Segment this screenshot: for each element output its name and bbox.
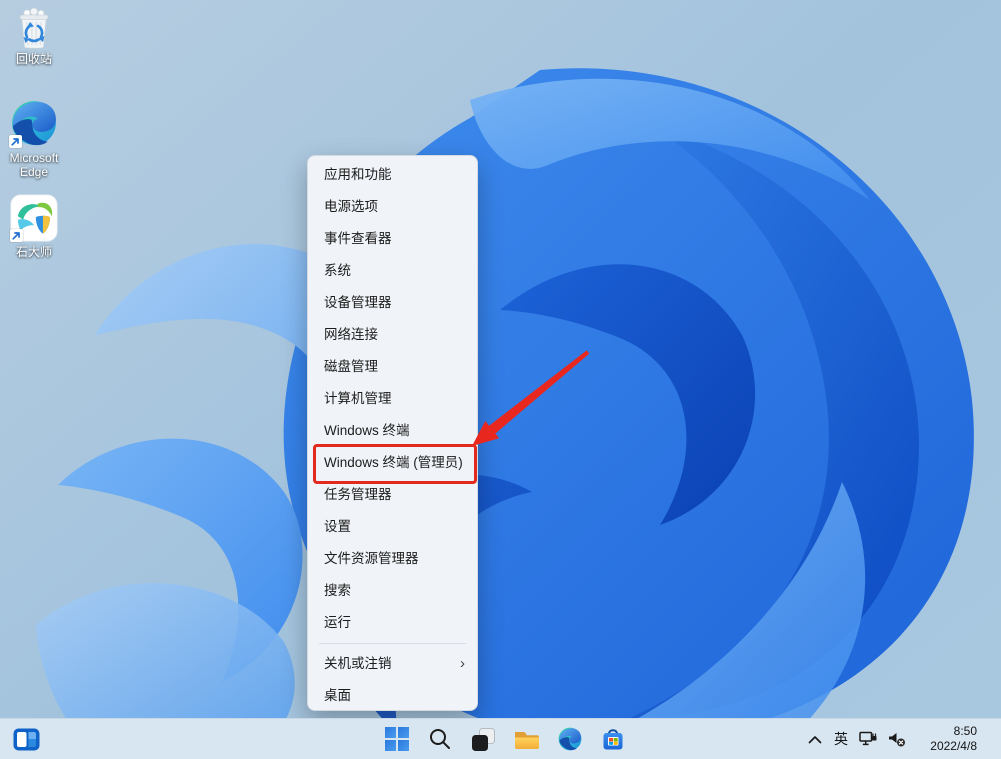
windows-start-icon xyxy=(384,726,410,752)
menu-item-desktop[interactable]: 桌面 xyxy=(308,680,477,712)
tray-clock[interactable]: 8:50 2022/4/8 xyxy=(913,724,977,754)
menu-item-disk-management[interactable]: 磁盘管理 xyxy=(308,351,477,383)
menu-item-power-options[interactable]: 电源选项 xyxy=(308,191,477,223)
widgets-icon xyxy=(13,728,40,751)
recycle-bin-icon xyxy=(13,6,55,50)
menu-item-windows-terminal[interactable]: Windows 终端 xyxy=(308,415,477,447)
start-button[interactable] xyxy=(379,721,415,757)
desktop-icon-label: 石大师 xyxy=(1,245,67,259)
menu-item-system[interactable]: 系统 xyxy=(308,255,477,287)
menu-item-windows-terminal-admin[interactable]: Windows 终端 (管理员) xyxy=(308,447,477,479)
submenu-chevron-icon: › xyxy=(460,648,465,680)
language-indicator[interactable]: 英 xyxy=(829,721,853,757)
shortcut-arrow-icon xyxy=(10,229,23,242)
menu-item-event-viewer[interactable]: 事件查看器 xyxy=(308,223,477,255)
menu-separator xyxy=(319,643,466,644)
menu-item-run[interactable]: 运行 xyxy=(308,607,477,639)
shidashi-icon xyxy=(9,193,59,243)
menu-item-file-explorer[interactable]: 文件资源管理器 xyxy=(308,543,477,575)
volume-tray-button[interactable] xyxy=(884,721,910,757)
desktop-icon-shidashi[interactable]: 石大师 xyxy=(1,193,67,259)
file-explorer-icon xyxy=(513,727,541,751)
menu-item-device-manager[interactable]: 设备管理器 xyxy=(308,287,477,319)
task-view-icon xyxy=(471,727,496,752)
file-explorer-button[interactable] xyxy=(509,721,545,757)
menu-item-task-manager[interactable]: 任务管理器 xyxy=(308,479,477,511)
clock-date: 2022/4/8 xyxy=(913,739,977,754)
wallpaper xyxy=(0,0,1001,759)
clock-time: 8:50 xyxy=(913,724,977,739)
volume-muted-icon xyxy=(888,732,906,747)
desktop-icon-microsoft-edge[interactable]: Microsoft Edge xyxy=(1,97,67,179)
ethernet-network-icon xyxy=(859,731,878,747)
taskbar: 英 8:50 2022/4/8 xyxy=(0,718,1001,759)
desktop-icon-recycle-bin[interactable]: 回收站 xyxy=(1,6,67,66)
menu-item-network-connections[interactable]: 网络连接 xyxy=(308,319,477,351)
task-view-button[interactable] xyxy=(465,721,501,757)
menu-item-shutdown-or-sign-out[interactable]: 关机或注销 › xyxy=(308,648,477,680)
menu-item-apps-and-features[interactable]: 应用和功能 xyxy=(308,159,477,191)
network-tray-button[interactable] xyxy=(856,721,880,757)
edge-icon xyxy=(8,97,60,149)
edge-taskbar-button[interactable] xyxy=(552,721,588,757)
chevron-up-icon xyxy=(807,734,823,745)
store-button[interactable] xyxy=(595,721,631,757)
search-icon xyxy=(428,727,452,751)
microsoft-store-icon xyxy=(600,726,626,752)
search-button[interactable] xyxy=(422,721,458,757)
widgets-button[interactable] xyxy=(8,721,44,757)
edge-icon xyxy=(557,726,583,752)
menu-item-search[interactable]: 搜索 xyxy=(308,575,477,607)
desktop-icon-label: Microsoft Edge xyxy=(1,151,67,179)
tray-chevron-button[interactable] xyxy=(805,721,825,757)
desktop-icon-label: 回收站 xyxy=(1,52,67,66)
menu-item-settings[interactable]: 设置 xyxy=(308,511,477,543)
shortcut-arrow-icon xyxy=(9,135,22,148)
winx-menu: 应用和功能 电源选项 事件查看器 系统 设备管理器 网络连接 磁盘管理 计算机管… xyxy=(307,155,478,711)
menu-item-computer-management[interactable]: 计算机管理 xyxy=(308,383,477,415)
